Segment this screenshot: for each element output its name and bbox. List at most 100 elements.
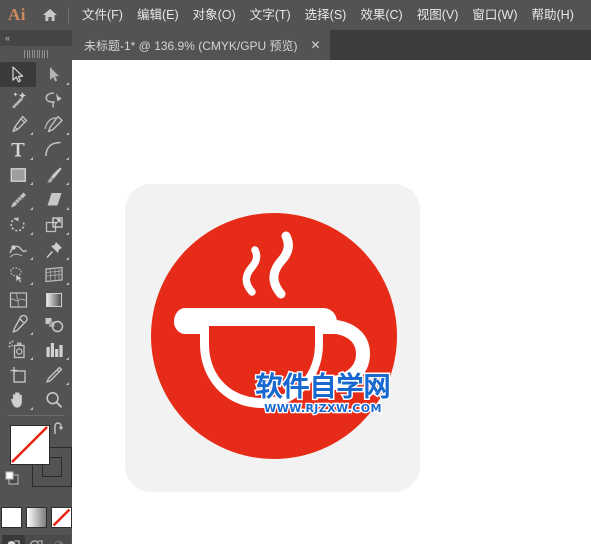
default-fill-stroke-icon[interactable] bbox=[5, 471, 20, 486]
selection-tool[interactable] bbox=[0, 62, 36, 87]
rotate-tool[interactable] bbox=[0, 212, 36, 237]
column-graph-tool[interactable] bbox=[36, 337, 72, 362]
lasso-icon bbox=[45, 91, 62, 108]
flyout-indicator bbox=[66, 207, 69, 210]
curvature-pen-icon bbox=[44, 115, 63, 133]
flyout-indicator bbox=[30, 357, 33, 360]
menu-type[interactable]: 文字(T) bbox=[243, 0, 298, 30]
draw-inside-button[interactable] bbox=[47, 535, 71, 544]
free-transform-tool[interactable] bbox=[36, 237, 72, 262]
slice-knife-icon bbox=[46, 366, 63, 383]
menu-edit[interactable]: 编辑(E) bbox=[130, 0, 186, 30]
arrow-solid-icon bbox=[11, 66, 23, 83]
scale-tool[interactable] bbox=[36, 212, 72, 237]
rectangle-tool[interactable] bbox=[0, 162, 36, 187]
direct-selection-tool[interactable] bbox=[36, 62, 72, 87]
fill-swatch[interactable] bbox=[10, 425, 50, 465]
mesh-tool[interactable] bbox=[0, 287, 36, 312]
menu-view[interactable]: 视图(V) bbox=[410, 0, 466, 30]
width-warp-icon bbox=[9, 244, 28, 257]
symbol-sprayer-tool[interactable] bbox=[0, 337, 36, 362]
document-tab[interactable]: 未标题-1* @ 136.9% (CMYK/GPU 预览) ✕ bbox=[72, 30, 330, 60]
paintbrush-tool[interactable] bbox=[36, 162, 72, 187]
mesh-icon bbox=[9, 291, 27, 308]
color-mode-buttons bbox=[0, 507, 72, 528]
tools-panel-header[interactable]: « bbox=[0, 30, 72, 46]
width-tool[interactable] bbox=[0, 237, 36, 262]
line-segment-tool[interactable] bbox=[36, 137, 72, 162]
menu-window[interactable]: 窗口(W) bbox=[465, 0, 524, 30]
home-button[interactable] bbox=[34, 0, 66, 30]
flyout-indicator bbox=[30, 257, 33, 260]
gradient-tool[interactable] bbox=[36, 287, 72, 312]
document-canvas[interactable]: 软件自学网 软件自学网 WWW.RJZXW.COM WWW.RJZXW.COM bbox=[72, 60, 591, 544]
menu-object[interactable]: 对象(O) bbox=[186, 0, 243, 30]
menu-file[interactable]: 文件(F) bbox=[75, 0, 130, 30]
slice-tool[interactable] bbox=[36, 362, 72, 387]
swap-fill-stroke-icon[interactable] bbox=[52, 422, 67, 436]
magnifier-icon bbox=[46, 391, 63, 408]
menu-select[interactable]: 选择(S) bbox=[298, 0, 354, 30]
eraser-tool[interactable] bbox=[36, 187, 72, 212]
none-mode-button[interactable] bbox=[50, 507, 72, 528]
flyout-indicator bbox=[30, 332, 33, 335]
shape-builder-tool[interactable] bbox=[0, 262, 36, 287]
symbol-sprayer-icon bbox=[8, 340, 25, 359]
flyout-indicator bbox=[66, 232, 69, 235]
document-tab-bar: 未标题-1* @ 136.9% (CMYK/GPU 预览) ✕ bbox=[72, 30, 591, 60]
paintbrush-icon bbox=[47, 167, 62, 182]
draw-behind-button[interactable] bbox=[24, 535, 48, 544]
eyedropper-icon bbox=[12, 315, 28, 333]
grip-icon bbox=[24, 50, 48, 58]
draw-mode-buttons bbox=[0, 535, 72, 544]
collapse-panel-icon[interactable]: « bbox=[5, 33, 10, 43]
zoom-tool[interactable] bbox=[36, 387, 72, 412]
shaper-tool[interactable] bbox=[0, 187, 36, 212]
artboard: 软件自学网 软件自学网 WWW.RJZXW.COM WWW.RJZXW.COM bbox=[125, 184, 420, 492]
close-icon[interactable]: ✕ bbox=[308, 37, 324, 53]
hand-tool[interactable] bbox=[0, 387, 36, 412]
rotate-icon bbox=[9, 216, 25, 232]
blend-icon bbox=[45, 317, 64, 332]
flyout-indicator bbox=[30, 407, 33, 410]
flyout-indicator bbox=[66, 257, 69, 260]
menu-effect[interactable]: 效果(C) bbox=[353, 0, 409, 30]
blend-tool[interactable] bbox=[36, 312, 72, 337]
menu-help[interactable]: 帮助(H) bbox=[525, 0, 581, 30]
arrow-hollow-icon bbox=[49, 67, 59, 82]
scale-icon bbox=[45, 216, 63, 232]
menu-separator bbox=[68, 6, 69, 24]
flyout-indicator bbox=[66, 282, 69, 285]
gradient-icon bbox=[46, 292, 62, 307]
eyedropper-tool[interactable] bbox=[0, 312, 36, 337]
bar-chart-icon bbox=[46, 343, 63, 357]
document-tab-title: 未标题-1* @ 136.9% (CMYK/GPU 预览) bbox=[84, 38, 298, 53]
lasso-tool[interactable] bbox=[36, 87, 72, 112]
flyout-indicator bbox=[30, 132, 33, 135]
artboard-tool[interactable] bbox=[0, 362, 36, 387]
flyout-indicator bbox=[66, 382, 69, 385]
pen-tool[interactable] bbox=[0, 112, 36, 137]
arc-line-icon bbox=[45, 141, 61, 157]
gradient-mode-button[interactable] bbox=[25, 507, 47, 528]
color-mode-button[interactable] bbox=[0, 507, 22, 528]
home-icon bbox=[43, 9, 57, 21]
flyout-indicator bbox=[30, 157, 33, 160]
draw-normal-button[interactable] bbox=[1, 535, 25, 544]
curvature-tool[interactable] bbox=[36, 112, 72, 137]
menu-bar: Ai 文件(F) 编辑(E) 对象(O) 文字(T) 选择(S) 效果(C) 视… bbox=[0, 0, 591, 30]
rectangle-icon bbox=[10, 167, 26, 182]
magic-wand-tool[interactable] bbox=[0, 87, 36, 112]
flyout-indicator bbox=[30, 182, 33, 185]
illustrator-window: Ai 文件(F) 编辑(E) 对象(O) 文字(T) 选择(S) 效果(C) 视… bbox=[0, 0, 591, 544]
type-tool[interactable] bbox=[0, 137, 36, 162]
flyout-indicator bbox=[30, 232, 33, 235]
perspective-grid-tool[interactable] bbox=[36, 262, 72, 287]
flyout-indicator bbox=[66, 182, 69, 185]
perspective-grid-icon bbox=[45, 266, 63, 282]
tools-panel-grip[interactable] bbox=[0, 46, 72, 62]
hand-icon bbox=[10, 391, 22, 408]
flyout-indicator bbox=[30, 282, 33, 285]
panel-divider bbox=[7, 415, 65, 416]
eraser-icon bbox=[47, 193, 61, 206]
